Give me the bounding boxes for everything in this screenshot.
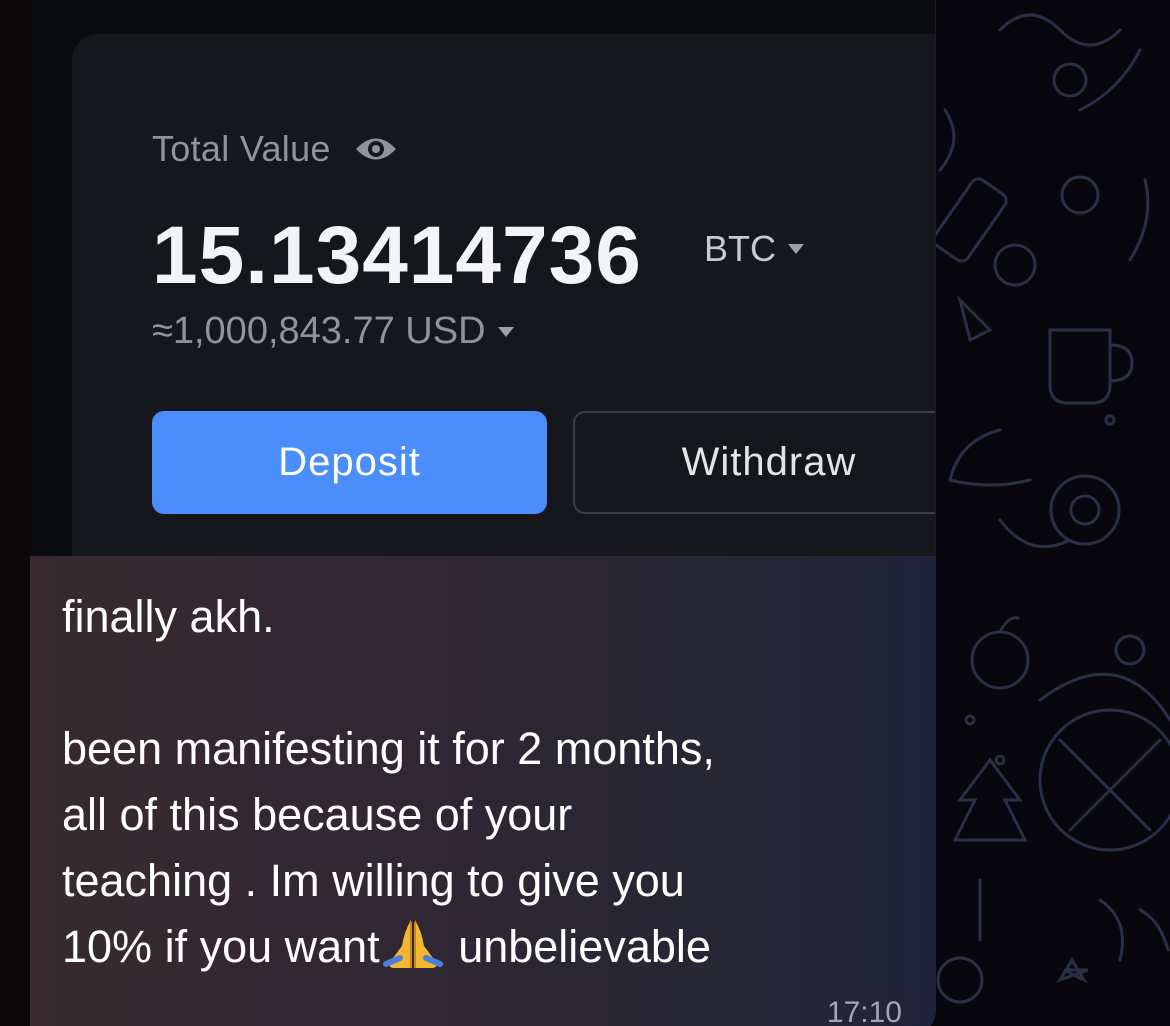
message-text: finally akh. been manifesting it for 2 m… <box>62 584 922 980</box>
circle-doodle <box>1052 62 1088 98</box>
apple-doodle <box>970 630 1030 690</box>
eye-icon[interactable] <box>353 132 399 166</box>
star-doodle <box>1056 957 1089 984</box>
flower-doodle <box>1049 474 1121 546</box>
message-line: unbelievable <box>445 921 711 972</box>
tree-doodle <box>952 757 1028 842</box>
wallet-card: Total Value 15.13414736 BTC ≈1,000,843.7… <box>72 34 935 556</box>
usd-value-selector[interactable]: ≈1,000,843.77 USD <box>152 310 514 353</box>
deposit-button[interactable]: Deposit <box>152 411 547 514</box>
wallet-screenshot-image[interactable]: Total Value 15.13414736 BTC ≈1,000,843.7… <box>30 0 936 556</box>
candy-doodle <box>932 177 1008 263</box>
ball-doodle <box>1038 672 1170 722</box>
total-value-row: Total Value <box>152 128 399 170</box>
btc-unit-label: BTC <box>704 228 776 269</box>
left-edge-strip <box>0 0 30 1026</box>
chat-screen: Total Value 15.13414736 BTC ≈1,000,843.7… <box>0 0 1170 1026</box>
folded-hands-icon <box>380 918 446 970</box>
btc-balance: 15.13414736 <box>152 210 642 301</box>
usd-value: ≈1,000,843.77 USD <box>152 310 486 352</box>
message-line: teaching . Im willing to give you <box>62 855 685 906</box>
chevron-down-icon <box>788 244 804 254</box>
message-line: all of this because of your <box>62 789 573 840</box>
message-timestamp: 17:10 <box>826 996 902 1026</box>
message-bubble[interactable]: finally akh. been manifesting it for 2 m… <box>30 556 936 1026</box>
btc-unit-selector[interactable]: BTC <box>704 228 804 270</box>
total-value-label: Total Value <box>152 128 331 169</box>
message-line: 10% if you want <box>62 921 380 972</box>
message-line: been manifesting it for 2 months, <box>62 723 715 774</box>
message-line: finally akh. <box>62 591 275 642</box>
squiggle-doodle <box>998 13 1122 47</box>
mug-doodle <box>1048 328 1112 405</box>
chevron-down-icon <box>497 326 514 337</box>
withdraw-button[interactable]: Withdraw <box>573 411 935 514</box>
